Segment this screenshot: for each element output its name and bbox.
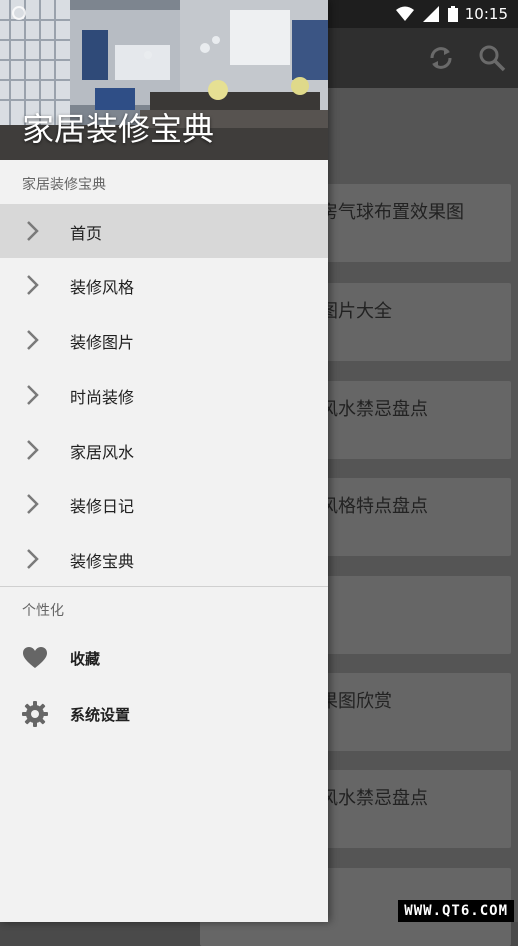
watermark: WWW.QT6.COM: [398, 900, 514, 922]
chevron-right-icon: [27, 330, 39, 350]
list-item-title: 风水禁忌盘点: [320, 399, 428, 420]
wifi-icon: [395, 6, 414, 21]
chevron-right-icon: [27, 221, 39, 241]
drawer-divider: [0, 586, 328, 587]
nav-item-label: 装修风格: [70, 278, 135, 297]
nav-item-guide[interactable]: 装修宝典: [0, 532, 328, 586]
nav-item-fashion[interactable]: 时尚装修: [0, 368, 328, 422]
list-item-title: 风格特点盘点: [320, 496, 428, 517]
header-camera-icon: [12, 6, 26, 20]
search-icon[interactable]: [478, 44, 506, 72]
drawer-app-title: 家居装修宝典: [22, 110, 215, 148]
signal-icon: [422, 6, 439, 22]
nav-item-label: 收藏: [70, 650, 101, 668]
chevron-right-icon: [27, 549, 39, 569]
list-item-title: 图片大全: [320, 301, 392, 322]
system-status-icons: [392, 6, 458, 22]
nav-item-label: 装修日记: [70, 497, 135, 516]
chevron-right-icon: [27, 275, 39, 295]
nav-item-settings[interactable]: 系统设置: [0, 687, 328, 741]
list-item-title: 风水禁忌盘点: [320, 788, 428, 809]
nav-item-styles[interactable]: 装修风格: [0, 258, 328, 312]
drawer-header: 家居装修宝典: [0, 0, 328, 160]
battery-icon: [448, 6, 458, 22]
nav-item-label: 系统设置: [70, 706, 131, 724]
nav-item-label: 首页: [70, 224, 103, 243]
navigation-drawer: 家居装修宝典 家居装修宝典 首页 装修风格 装修图片 时尚装修 家居风水 装修日…: [0, 0, 328, 922]
list-item-title: 房气球布置效果图: [320, 202, 464, 223]
chevron-right-icon: [27, 494, 39, 514]
status-time: 10:15: [464, 5, 508, 23]
chevron-right-icon: [27, 440, 39, 460]
nav-item-pictures[interactable]: 装修图片: [0, 313, 328, 367]
nav-item-home[interactable]: 首页: [0, 204, 328, 258]
nav-item-label: 时尚装修: [70, 388, 135, 407]
section-label-main: 家居装修宝典: [22, 177, 106, 193]
list-item-title: 果图欣赏: [320, 691, 392, 712]
nav-item-label: 家居风水: [70, 443, 135, 462]
nav-item-fengshui[interactable]: 家居风水: [0, 423, 328, 477]
nav-item-label: 装修宝典: [70, 552, 135, 571]
heart-icon: [23, 647, 47, 668]
gear-icon: [22, 701, 48, 727]
nav-item-label: 装修图片: [70, 333, 135, 352]
chevron-right-icon: [27, 385, 39, 405]
nav-item-favorites[interactable]: 收藏: [0, 631, 328, 685]
section-label-personal: 个性化: [22, 603, 64, 619]
refresh-icon[interactable]: [427, 44, 455, 72]
nav-item-diary[interactable]: 装修日记: [0, 477, 328, 531]
